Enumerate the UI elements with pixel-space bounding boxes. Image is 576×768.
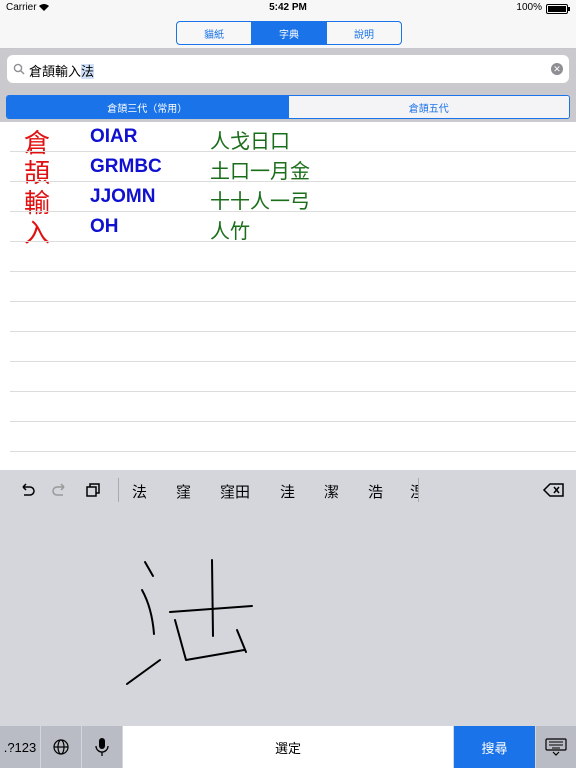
globe-icon (53, 739, 69, 755)
search-query: 倉頡輸入法 (29, 61, 95, 80)
empty-row (0, 242, 576, 272)
battery-percent: 100% (516, 2, 542, 13)
numbers-key[interactable]: .?123 (0, 726, 40, 768)
results-list: 倉 OIAR 人戈日口 頡 GRMBC 土口一月金 輸 JJOMN 十十人一弓 … (0, 122, 576, 470)
tab-cheatsheet[interactable]: 貓紙 (177, 22, 251, 44)
result-code: GRMBC (90, 156, 162, 177)
empty-row (0, 422, 576, 452)
empty-row (0, 392, 576, 422)
table-row[interactable]: 頡 GRMBC 土口一月金 (0, 152, 576, 189)
empty-row (0, 272, 576, 302)
empty-row (0, 332, 576, 362)
hide-keyboard-icon (545, 738, 567, 756)
version-bar: 倉頡三代（常用） 倉頡五代 (0, 91, 576, 122)
candidate[interactable]: 窪 (176, 481, 191, 502)
result-code: JJOMN (90, 186, 156, 207)
table-row[interactable]: 入 OH 人竹 (0, 212, 576, 249)
mic-icon (95, 738, 109, 756)
result-components: 人戈日口 (210, 129, 290, 153)
search-query-marked: 法 (81, 64, 95, 79)
main-tabs: 貓紙 字典 說明 (176, 21, 402, 45)
handwriting-canvas[interactable] (0, 510, 576, 726)
empty-row (0, 302, 576, 332)
keyboard-bottom-row: .?123 選定 搜尋 (0, 726, 576, 768)
handwriting-strokes (126, 559, 253, 685)
handwriting-keyboard: 法 窪 窪田 洼 潔 浩 涅 .?123 選定 搜尋 (0, 470, 576, 768)
candidate[interactable]: 涅 (410, 481, 418, 502)
tab-dictionary[interactable]: 字典 (251, 22, 326, 44)
paste-icon[interactable] (84, 481, 102, 499)
toolbar-divider (418, 478, 419, 502)
navigation-bar: 貓紙 字典 說明 (0, 16, 576, 49)
candidate[interactable]: 窪田 (220, 481, 250, 502)
tab-version-5[interactable]: 倉頡五代 (287, 96, 569, 118)
clear-icon[interactable]: ✕ (551, 63, 563, 75)
result-code: OH (90, 216, 119, 237)
search-area: 倉頡輸入法 ✕ (0, 49, 576, 91)
keyboard-toolbar: 法 窪 窪田 洼 潔 浩 涅 (0, 470, 576, 510)
result-components: 十十人一弓 (210, 189, 310, 213)
result-components: 土口一月金 (210, 159, 310, 183)
tab-version-3[interactable]: 倉頡三代（常用） (7, 96, 288, 118)
backspace-icon[interactable] (542, 481, 566, 499)
hide-keyboard-key[interactable] (536, 726, 576, 768)
candidate[interactable]: 潔 (324, 481, 339, 502)
toolbar-divider (118, 478, 119, 502)
version-selector: 倉頡三代（常用） 倉頡五代 (6, 95, 570, 119)
search-query-text: 倉頡輸入 (29, 64, 82, 79)
search-icon (13, 63, 25, 75)
result-code: OIAR (90, 126, 138, 147)
candidate[interactable]: 法 (132, 481, 147, 502)
dictation-key[interactable] (82, 726, 122, 768)
undo-icon[interactable] (18, 481, 36, 499)
redo-icon[interactable] (51, 481, 69, 499)
empty-row (0, 362, 576, 392)
table-row[interactable]: 倉 OIAR 人戈日口 (0, 122, 576, 159)
select-key[interactable]: 選定 (123, 726, 453, 768)
globe-key[interactable] (41, 726, 81, 768)
battery-icon (546, 4, 570, 14)
candidate[interactable]: 洼 (280, 481, 295, 502)
search-button[interactable]: 搜尋 (454, 726, 535, 768)
search-input[interactable]: 倉頡輸入法 ✕ (7, 55, 569, 83)
row-divider (10, 451, 576, 452)
status-bar: Carrier 5:42 PM 100% (0, 0, 576, 16)
table-row[interactable]: 輸 JJOMN 十十人一弓 (0, 182, 576, 219)
tab-help[interactable]: 說明 (326, 22, 401, 44)
result-components: 人竹 (210, 219, 250, 243)
candidate[interactable]: 浩 (368, 481, 383, 502)
clock: 5:42 PM (269, 2, 307, 13)
